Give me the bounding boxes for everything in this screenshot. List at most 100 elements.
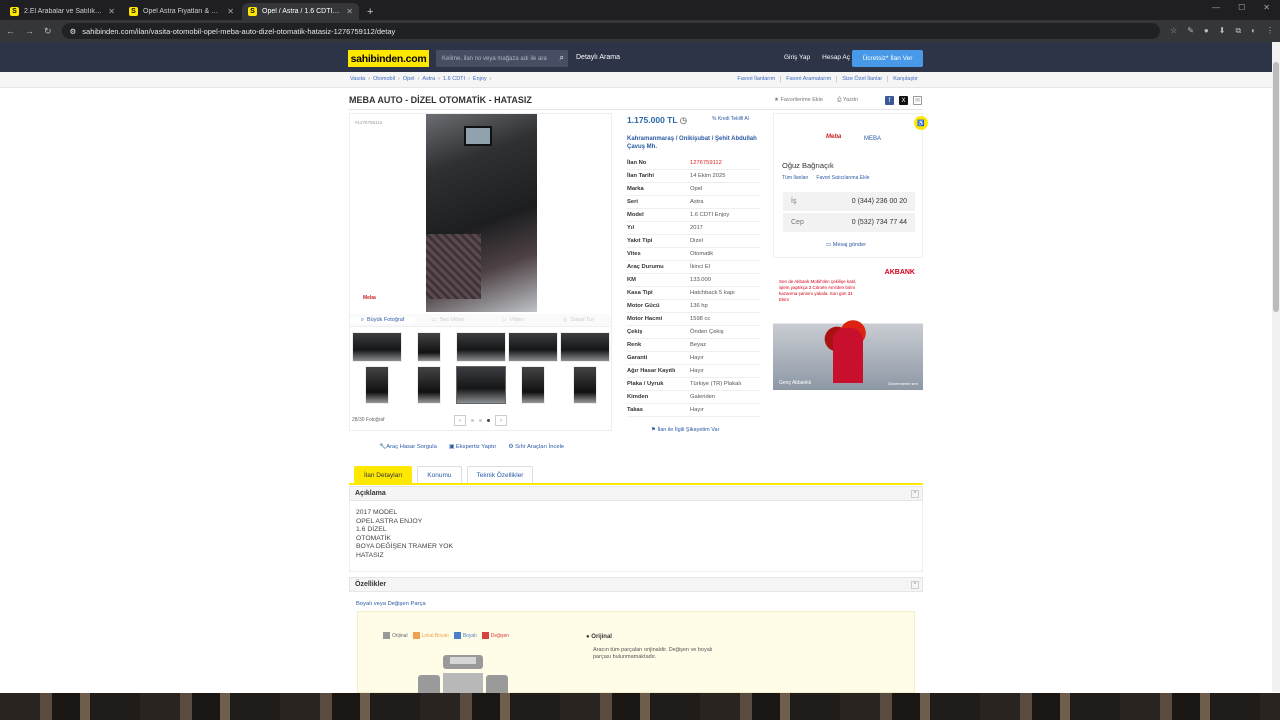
extensions-puzzle-icon[interactable]: ⧉ bbox=[1235, 26, 1241, 36]
breadcrumb-item[interactable]: Astra bbox=[422, 76, 435, 82]
breadcrumb-item[interactable]: Otomobil bbox=[373, 76, 395, 82]
features-header[interactable]: Özellikler ⌃ bbox=[349, 577, 923, 592]
register-link[interactable]: Hesap Aç bbox=[822, 54, 850, 61]
address-bar[interactable]: ⚙ sahibinden.com/ilan/vasita-otomobil-ope… bbox=[61, 23, 1161, 39]
legend-swatch bbox=[453, 632, 461, 639]
compare-link[interactable]: Karşılaştır bbox=[887, 76, 923, 82]
add-favorite-button[interactable]: ★ Favorilerime Ekle bbox=[774, 97, 823, 104]
page-dot[interactable] bbox=[479, 419, 482, 422]
close-window-icon[interactable]: ✕ bbox=[1263, 3, 1270, 12]
site-logo[interactable]: sahibinden.com bbox=[348, 50, 429, 67]
extension-icon[interactable]: ✎ bbox=[1187, 26, 1194, 36]
minimize-icon[interactable]: — bbox=[1212, 3, 1220, 12]
phone-mobile[interactable]: Cep 0 (532) 734 77 44 bbox=[783, 213, 915, 232]
detailed-search-link[interactable]: Detaylı Arama bbox=[576, 54, 620, 61]
email-share-icon[interactable]: ✉ bbox=[913, 96, 922, 105]
photo-thumbnail[interactable] bbox=[573, 366, 597, 404]
tab-video[interactable]: ▷ Video bbox=[481, 317, 546, 323]
close-tab-icon[interactable]: ✕ bbox=[346, 7, 353, 16]
attribute-row: Motor Gücü 136 hp bbox=[627, 300, 761, 313]
next-page-button[interactable]: › bbox=[495, 415, 507, 426]
credit-offer-link[interactable]: % Kredi Teklifi Al bbox=[712, 116, 749, 122]
breadcrumb-item[interactable]: Enjoy bbox=[473, 76, 487, 82]
forward-icon[interactable]: → bbox=[25, 26, 34, 36]
phone-work[interactable]: İş 0 (344) 236 00 20 bbox=[783, 192, 915, 211]
photo-thumbnail[interactable] bbox=[365, 366, 389, 404]
attribute-value: 14 Ekim 2025 bbox=[690, 173, 726, 179]
browser-tab[interactable]: SOpel Astra Fiyatları & Modelle...✕ bbox=[123, 3, 240, 20]
expertise-link[interactable]: ▣ Ekspertiz Yaptır bbox=[449, 444, 496, 450]
page-scrollbar[interactable] bbox=[1272, 42, 1280, 692]
photo-thumbnail[interactable] bbox=[521, 366, 545, 404]
send-message-link[interactable]: ▭ Mesaj gönder bbox=[826, 242, 866, 248]
legend-label: Boyalı bbox=[462, 632, 477, 639]
x-share-icon[interactable]: X bbox=[899, 96, 908, 105]
all-listings-link[interactable]: Tüm İlanları bbox=[782, 175, 808, 181]
tab-audio-video[interactable]: ▭ Ses Video bbox=[415, 317, 480, 323]
favorite-listings-link[interactable]: Favori İlanlarım bbox=[732, 76, 780, 82]
advertisement-banner[interactable]: AKBANK Sen de Akbank Mobil'den çekilişe … bbox=[773, 268, 923, 390]
tab-virtual-tour[interactable]: ◎ Sanal Tur bbox=[546, 317, 611, 323]
back-icon[interactable]: ← bbox=[6, 26, 15, 36]
menu-kebab-icon[interactable]: ⋮ bbox=[1266, 26, 1274, 36]
new-tab-icon[interactable]: + bbox=[361, 3, 379, 20]
complaint-link[interactable]: ⚑ İlan ile İlgili Şikayetim Var bbox=[651, 427, 719, 433]
reload-icon[interactable]: ↻ bbox=[44, 26, 52, 37]
recommended-listings-link[interactable]: Size Özel İlanlar bbox=[836, 76, 887, 82]
legend-swatch bbox=[383, 632, 390, 639]
profile-icon[interactable]: ◐ bbox=[1251, 26, 1256, 36]
tab-technical-specs[interactable]: Teknik Özellikler bbox=[466, 466, 534, 483]
download-icon[interactable]: ⬇ bbox=[1219, 26, 1226, 36]
breadcrumb-item[interactable]: Vasıta bbox=[350, 76, 365, 82]
photo-thumbnail-selected[interactable] bbox=[456, 366, 506, 404]
site-info-icon[interactable]: ⚙ bbox=[70, 27, 77, 36]
page-dot-active[interactable] bbox=[487, 419, 490, 422]
page-dot[interactable] bbox=[471, 419, 474, 422]
photo-thumbnail[interactable] bbox=[508, 332, 558, 362]
collapse-icon[interactable]: ⌃ bbox=[911, 490, 919, 498]
attribute-value: 1.6 CDTI Enjoy bbox=[690, 212, 730, 218]
collapse-icon[interactable]: ⌃ bbox=[911, 581, 919, 589]
facebook-share-icon[interactable]: f bbox=[885, 96, 894, 105]
photo-thumbnail[interactable] bbox=[417, 332, 441, 362]
login-link[interactable]: Giriş Yap bbox=[784, 54, 810, 61]
search-icon[interactable]: ⌕ bbox=[560, 53, 564, 63]
breadcrumb-item[interactable]: Opel bbox=[403, 76, 415, 82]
paint-parts-link[interactable]: Boyalı veya Değişen Parça bbox=[356, 601, 426, 607]
description-header[interactable]: Açıklama ⌃ bbox=[349, 486, 923, 501]
store-name[interactable]: MEBA bbox=[864, 136, 881, 142]
print-button[interactable]: ⎙ Yazdır bbox=[837, 97, 858, 104]
browser-tab-active[interactable]: SOpel / Astra / 1.6 CDTI / Enjoy✕ bbox=[242, 3, 359, 20]
store-logo[interactable]: Meba bbox=[826, 134, 841, 140]
photo-thumbnail[interactable] bbox=[417, 366, 441, 404]
attribute-value: İkinci El bbox=[690, 264, 710, 270]
site-favicon-icon: S bbox=[10, 7, 19, 16]
description-text: 2017 MODEL OPEL ASTRA ENJOY 1.6 DİZEL OT… bbox=[356, 509, 454, 559]
accessibility-icon[interactable]: ♿ bbox=[914, 116, 928, 130]
new-cars-link[interactable]: ⚙ Sıfır Araçları İncele bbox=[508, 444, 564, 450]
photo-thumbnail[interactable] bbox=[560, 332, 610, 362]
close-tab-icon[interactable]: ✕ bbox=[227, 7, 234, 16]
browser-tab[interactable]: S2.El Arabalar ve Satılık Sıfır Kır...✕ bbox=[4, 3, 121, 20]
tab-listing-details[interactable]: İlan Detayları bbox=[354, 466, 413, 483]
extension-icon[interactable]: ● bbox=[1204, 26, 1209, 36]
favorite-seller-link[interactable]: Favori Satıcılarıma Ekle bbox=[816, 175, 869, 181]
maximize-icon[interactable]: ☐ bbox=[1238, 3, 1245, 12]
price-history-icon[interactable]: ◷ bbox=[680, 115, 687, 125]
post-ad-button[interactable]: Ücretsiz* İlan Ver bbox=[852, 50, 923, 67]
damage-check-link[interactable]: 🔧Araç Hasar Sorgula bbox=[379, 444, 437, 450]
tab-large-photo[interactable]: ⌕ Büyük Fotoğraf bbox=[350, 316, 416, 324]
main-photo[interactable] bbox=[426, 114, 537, 312]
breadcrumb-item[interactable]: 1.6 CDTI bbox=[443, 76, 465, 82]
scrollbar-thumb[interactable] bbox=[1273, 62, 1279, 312]
tab-location[interactable]: Konumu bbox=[417, 466, 462, 483]
attribute-value: Opel bbox=[690, 186, 703, 192]
location[interactable]: Kahramanmaraş / Onikişubat / Şehit Abdul… bbox=[627, 135, 757, 151]
photo-thumbnail[interactable] bbox=[456, 332, 506, 362]
photo-thumbnail[interactable] bbox=[352, 332, 402, 362]
search-input[interactable]: Kelime, ilan no veya mağaza adı ile ara ⌕ bbox=[436, 50, 568, 67]
prev-page-button[interactable]: ‹ bbox=[454, 415, 466, 426]
favorite-searches-link[interactable]: Favori Aramalarım bbox=[780, 76, 836, 82]
close-tab-icon[interactable]: ✕ bbox=[108, 7, 115, 16]
bookmark-star-icon[interactable]: ☆ bbox=[1170, 26, 1177, 36]
